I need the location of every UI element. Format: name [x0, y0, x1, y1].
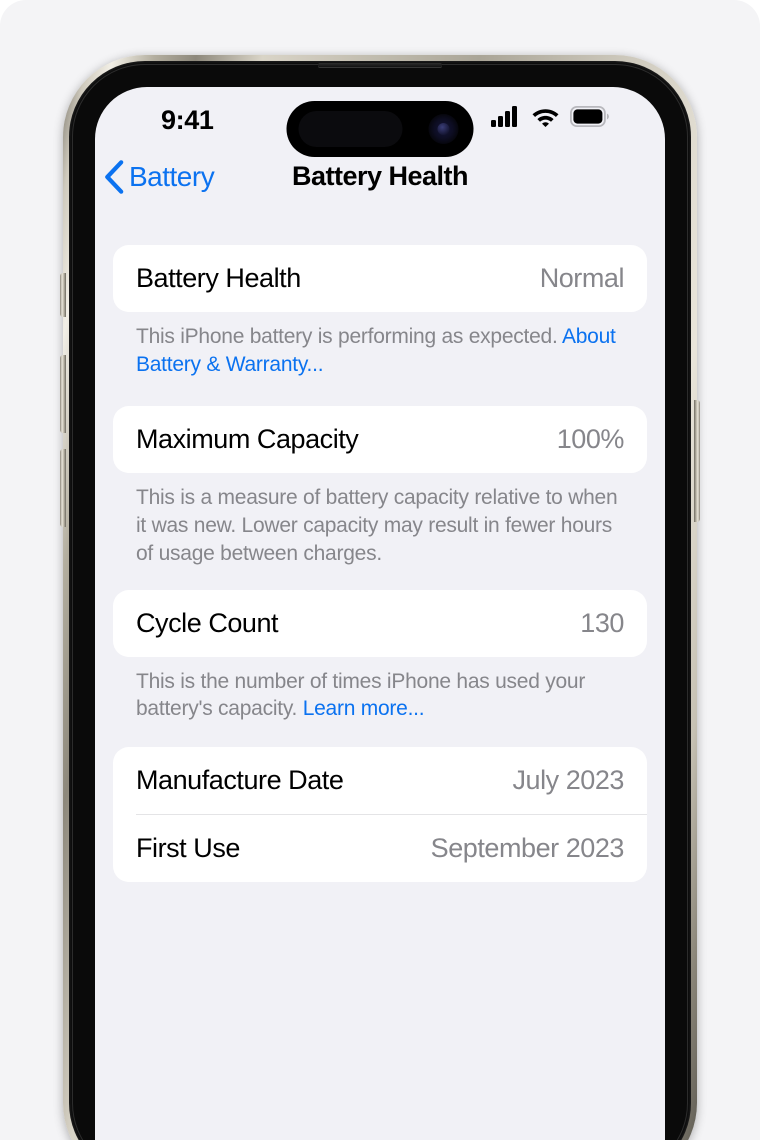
first-use-value: September 2023 — [430, 833, 625, 864]
first-use-row: First Use September 2023 — [113, 815, 647, 882]
manufacture-date-value: July 2023 — [512, 765, 624, 796]
cycle-count-value: 130 — [580, 607, 624, 638]
battery-health-label: Battery Health — [136, 263, 301, 293]
phone-screen: 9:41 Battery Battery Health Battery Heal… — [95, 87, 665, 1140]
first-use-label: First Use — [136, 833, 240, 864]
cycle-count-label: Cycle Count — [136, 607, 279, 638]
battery-health-footnote: This iPhone battery is performing as exp… — [113, 312, 647, 378]
battery-dates-card: Manufacture Date July 2023 First Use Sep… — [113, 747, 647, 883]
wifi-icon — [532, 109, 559, 127]
status-bar: 9:41 — [95, 87, 665, 157]
cellular-signal-icon — [491, 106, 517, 127]
maximum-capacity-row[interactable]: Maximum Capacity 100% — [113, 406, 647, 473]
cycle-count-row[interactable]: Cycle Count 130 — [113, 590, 647, 657]
battery-health-footnote-text: This iPhone battery is performing as exp… — [136, 325, 562, 348]
volume-down-button[interactable] — [60, 449, 66, 527]
front-camera-icon — [428, 114, 459, 144]
page-title: Battery Health — [291, 161, 469, 191]
manufacture-date-label: Manufacture Date — [136, 765, 344, 796]
maximum-capacity-footnote: This is a measure of battery capacity re… — [136, 486, 618, 565]
action-button[interactable] — [60, 273, 66, 317]
battery-health-value: Normal — [539, 263, 625, 293]
dynamic-island-pill — [298, 111, 403, 147]
side-power-button[interactable] — [694, 400, 700, 522]
iphone-device: 9:41 Battery Battery Health Battery Heal… — [60, 55, 700, 1140]
manufacture-date-row: Manufacture Date July 2023 — [113, 747, 647, 814]
cycle-count-card: Cycle Count 130 — [113, 589, 647, 657]
battery-health-card: Battery Health Normal — [113, 245, 647, 312]
battery-full-icon — [570, 106, 609, 127]
earpiece-speaker — [318, 63, 442, 67]
maximum-capacity-label: Maximum Capacity — [136, 424, 359, 455]
maximum-capacity-value: 100% — [556, 424, 625, 455]
battery-health-row[interactable]: Battery Health Normal — [113, 245, 647, 312]
status-bar-clock: 9:41 — [161, 105, 214, 135]
maximum-capacity-card: Maximum Capacity 100% — [113, 406, 647, 474]
learn-more-link[interactable]: Learn more... — [303, 697, 425, 720]
dynamic-island[interactable] — [286, 101, 474, 157]
volume-up-button[interactable] — [60, 355, 66, 433]
front-camera-lens — [437, 123, 450, 135]
page-canvas: 9:41 Battery Battery Health Battery Heal… — [0, 0, 760, 1140]
settings-content: Battery Health Normal This iPhone batter… — [95, 217, 665, 883]
cycle-count-footnote: This is the number of times iPhone has u… — [113, 657, 647, 723]
spacer-top — [113, 217, 647, 245]
status-bar-indicators — [491, 106, 609, 127]
navigation-bar: Battery Battery Health — [95, 151, 665, 217]
